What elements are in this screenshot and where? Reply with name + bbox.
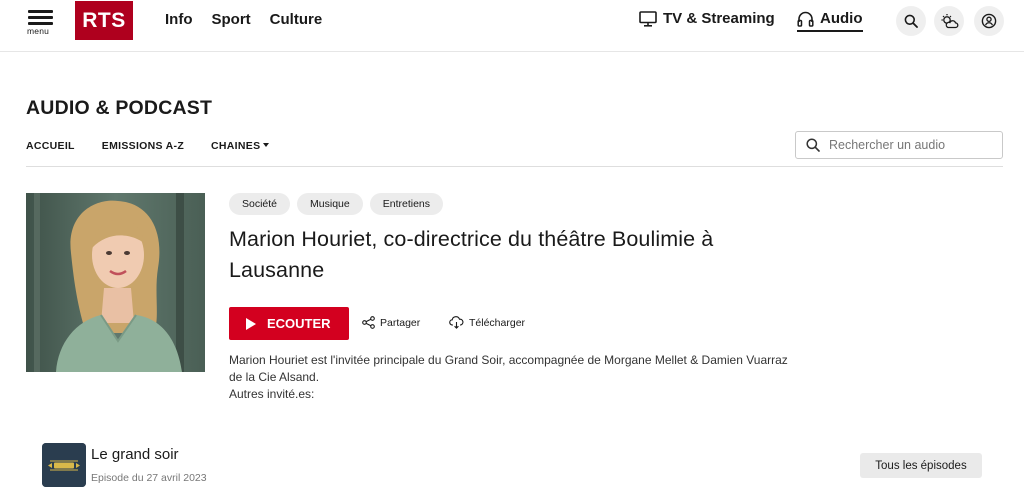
subnav-channels[interactable]: CHAINES <box>211 140 270 152</box>
search-icon <box>904 14 918 28</box>
headphones-icon <box>797 11 814 27</box>
hamburger-icon-bar <box>28 16 53 19</box>
nav-item-culture[interactable]: Culture <box>270 11 323 28</box>
nav-item-sport[interactable]: Sport <box>212 11 251 28</box>
audio-search-box[interactable] <box>795 131 1003 159</box>
episode-cover-image <box>26 193 205 372</box>
share-icon <box>362 316 375 329</box>
search-icon <box>806 138 820 152</box>
subnav-home[interactable]: ACCUEIL <box>26 140 75 152</box>
search-button[interactable] <box>896 6 926 36</box>
subnav-channels-label: CHAINES <box>211 140 261 152</box>
episode-tags: Société Musique Entretiens <box>229 193 444 215</box>
subnav-shows-az[interactable]: EMISSIONS A-Z <box>102 140 184 152</box>
weather-icon <box>941 14 959 29</box>
show-logo-image <box>42 443 86 487</box>
main-nav: Info Sport Culture <box>165 11 322 28</box>
hamburger-icon-bar <box>28 22 53 25</box>
all-episodes-button[interactable]: Tous les épisodes <box>860 453 982 478</box>
download-label: Télécharger <box>469 316 526 329</box>
listen-label: ECOUTER <box>267 316 331 331</box>
play-icon <box>246 317 256 330</box>
tag-entretiens[interactable]: Entretiens <box>369 193 444 215</box>
section-divider <box>26 166 1003 167</box>
weather-button[interactable] <box>934 6 964 36</box>
share-button[interactable]: Partager <box>362 316 420 329</box>
description-text: Marion Houriet est l'invitée principale … <box>229 353 788 384</box>
show-name[interactable]: Le grand soir <box>91 446 179 463</box>
tv-streaming-link[interactable]: TV & Streaming <box>639 10 775 27</box>
audio-search-input[interactable] <box>829 138 989 152</box>
audio-label: Audio <box>820 10 863 27</box>
tv-streaming-label: TV & Streaming <box>663 10 775 27</box>
audio-link[interactable]: Audio <box>797 10 863 32</box>
audio-subnav: ACCUEIL EMISSIONS A-Z CHAINES <box>26 140 270 152</box>
all-episodes-label: Tous les épisodes <box>875 459 967 472</box>
logo-text: RTS <box>82 8 126 32</box>
tag-societe[interactable]: Société <box>229 193 291 215</box>
cloud-download-icon <box>449 316 464 329</box>
top-header: menu RTS Info Sport Culture TV & Streami… <box>0 0 1024 52</box>
share-label: Partager <box>380 316 421 329</box>
menu-label: menu <box>27 26 50 36</box>
account-icon <box>981 13 997 29</box>
listen-button[interactable]: ECOUTER <box>229 307 349 340</box>
tag-musique[interactable]: Musique <box>297 193 363 215</box>
section-title: AUDIO & PODCAST <box>26 97 213 119</box>
tv-icon <box>639 10 657 27</box>
download-button[interactable]: Télécharger <box>449 316 525 329</box>
show-thumbnail[interactable] <box>42 443 86 487</box>
nav-item-info[interactable]: Info <box>165 11 193 28</box>
episode-cover-photo <box>26 193 205 372</box>
caret-down-icon <box>263 143 270 147</box>
rts-logo[interactable]: RTS <box>75 1 133 40</box>
episode-title: Marion Houriet, co-directrice du théâtre… <box>229 227 714 282</box>
episode-description: Marion Houriet est l'invitée principale … <box>229 352 789 403</box>
menu-button[interactable]: menu <box>27 8 55 38</box>
account-button[interactable] <box>974 6 1004 36</box>
episode-date: Episode du 27 avril 2023 <box>91 472 207 484</box>
hamburger-icon <box>28 10 53 13</box>
description-guests: Autres invité.es: <box>229 387 315 401</box>
